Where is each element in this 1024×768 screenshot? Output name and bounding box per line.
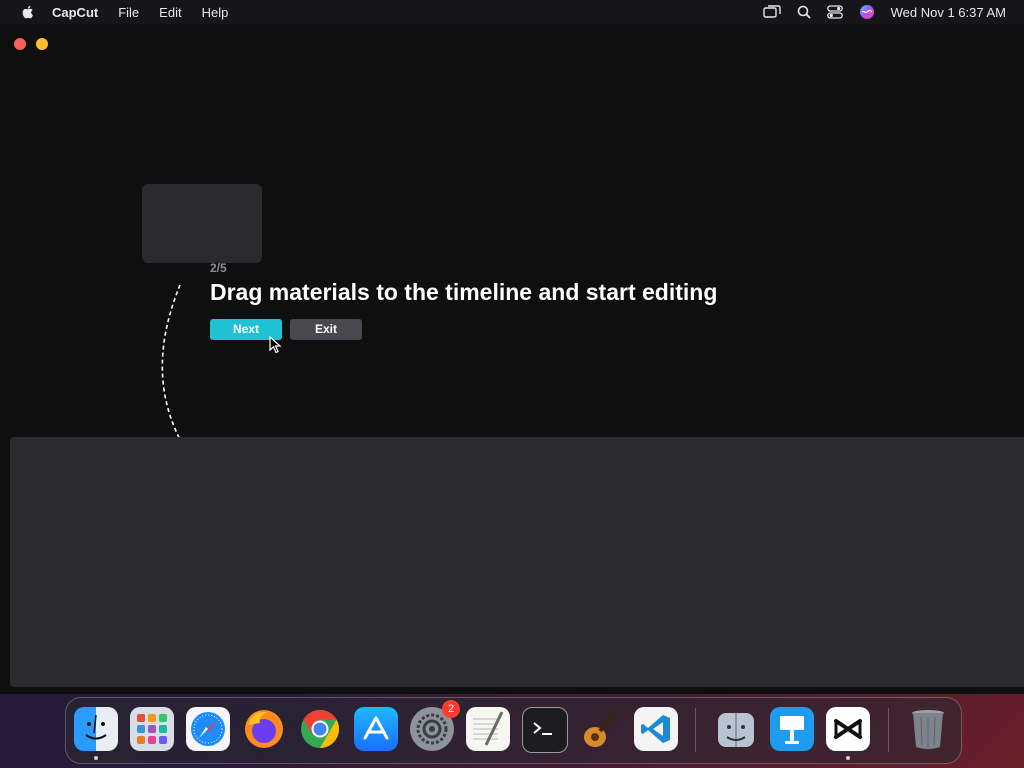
close-window-button[interactable] xyxy=(14,38,26,50)
textedit-icon[interactable] xyxy=(466,707,510,751)
capcut-icon[interactable] xyxy=(826,707,870,751)
capcut-window: 2/5 Drag materials to the timeline and s… xyxy=(0,24,1024,694)
keynote-icon[interactable] xyxy=(770,707,814,751)
menu-app-name[interactable]: CapCut xyxy=(52,5,98,20)
menu-bar: CapCut File Edit Help Wed Nov 1 6:37 AM xyxy=(0,0,1024,24)
app-store-icon[interactable] xyxy=(354,707,398,751)
capcut-running-indicator xyxy=(846,756,850,760)
chrome-icon[interactable] xyxy=(298,707,342,751)
exit-button[interactable]: Exit xyxy=(290,319,362,340)
finder-running-indicator xyxy=(94,756,98,760)
menu-edit[interactable]: Edit xyxy=(159,5,181,20)
onboarding-tip-title: Drag materials to the timeline and start… xyxy=(210,279,718,305)
siri-icon[interactable] xyxy=(859,4,875,20)
menu-file[interactable]: File xyxy=(118,5,139,20)
dock: 2 xyxy=(65,697,962,764)
apple-icon[interactable] xyxy=(20,4,36,20)
vscode-icon[interactable] xyxy=(634,707,678,751)
launchpad-icon[interactable] xyxy=(130,707,174,751)
terminal-icon[interactable] xyxy=(522,707,568,753)
screen-mirroring-icon[interactable] xyxy=(762,5,781,19)
notification-badge: 2 xyxy=(442,700,460,718)
safari-icon[interactable] xyxy=(186,707,230,751)
control-center-icon[interactable] xyxy=(826,5,843,19)
firefox-icon[interactable] xyxy=(242,707,286,751)
onboarding-step-indicator: 2/5 xyxy=(210,261,227,275)
garageband-icon[interactable] xyxy=(578,707,622,751)
trash-icon[interactable] xyxy=(906,707,950,751)
dock-separator-trash xyxy=(888,708,889,752)
timeline-panel[interactable] xyxy=(10,437,1024,687)
menu-help[interactable]: Help xyxy=(202,5,229,20)
finder-icon[interactable] xyxy=(74,707,118,751)
mouse-cursor-icon xyxy=(269,336,282,354)
migration-assistant-icon[interactable] xyxy=(714,707,758,751)
spotlight-search-icon[interactable] xyxy=(797,5,811,19)
menubar-clock[interactable]: Wed Nov 1 6:37 AM xyxy=(891,5,1006,20)
media-material-placeholder xyxy=(142,184,262,263)
minimize-window-button[interactable] xyxy=(36,38,48,50)
dock-separator xyxy=(695,708,696,752)
